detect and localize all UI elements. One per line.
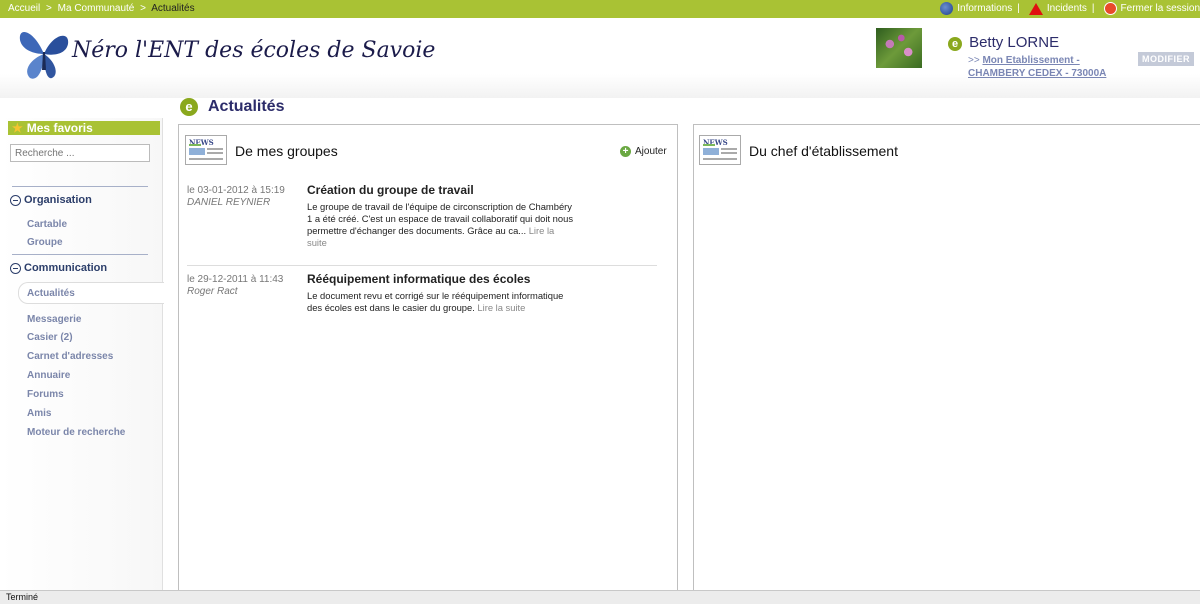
etablissement-location-link[interactable]: CHAMBERY CEDEX - 73000A xyxy=(968,68,1106,79)
ent-badge-icon: e xyxy=(948,37,962,51)
news-divider xyxy=(187,265,657,266)
section-title: Communication xyxy=(24,262,108,274)
user-prefix: >> xyxy=(968,55,980,66)
sidebar-item-casier[interactable]: Casier (2) xyxy=(27,332,73,343)
plus-icon: + xyxy=(620,146,631,157)
butterfly-logo-icon[interactable] xyxy=(16,24,72,84)
link-separator: | xyxy=(1017,3,1020,14)
sidebar-item-forums[interactable]: Forums xyxy=(27,389,64,400)
section-organisation[interactable]: Organisation xyxy=(10,194,92,206)
favorites-title: Mes favoris xyxy=(26,121,93,135)
incidents-link[interactable]: Incidents xyxy=(1028,2,1087,15)
add-label: Ajouter xyxy=(635,146,667,157)
collapse-icon xyxy=(10,194,21,206)
breadcrumb-separator: > xyxy=(46,3,52,14)
sidebar-item-annuaire[interactable]: Annuaire xyxy=(27,370,70,381)
news-body: Le groupe de travail de l'équipe de circ… xyxy=(307,201,575,249)
sidebar-item-label: Actualités xyxy=(27,288,75,299)
user-etablissement: >> Mon Etablissement - CHAMBERY CEDEX - … xyxy=(968,54,1106,80)
incidents-label: Incidents xyxy=(1046,3,1087,14)
news-body: Le document revu et corrigé sur le rééqu… xyxy=(307,290,575,314)
logout-link[interactable]: Fermer la session xyxy=(1103,2,1200,15)
sidebar-item-messagerie[interactable]: Messagerie xyxy=(27,314,81,325)
groups-news-panel: NEWS De mes groupes + Ajouter le 03-01-20… xyxy=(178,124,678,594)
warning-icon xyxy=(1028,2,1043,15)
newspaper-icon: NEWS xyxy=(185,135,227,165)
news-author[interactable]: DANIEL REYNIER xyxy=(187,197,270,208)
sidebar-item-cartable[interactable]: Cartable xyxy=(27,219,67,230)
page-title-text: Actualités xyxy=(208,98,285,115)
top-links: Informations | Incidents | Fermer la ses… xyxy=(936,2,1200,15)
breadcrumb-community[interactable]: Ma Communauté xyxy=(58,3,135,14)
user-info: e Betty LORNE xyxy=(948,34,1059,51)
star-icon: ★ xyxy=(12,121,23,135)
link-separator: | xyxy=(1091,3,1095,14)
ent-badge-icon: e xyxy=(180,98,198,116)
news-date: le 03-01-2012 à 15:19 xyxy=(187,185,285,196)
informations-label: Informations xyxy=(957,3,1013,14)
search-input[interactable] xyxy=(10,144,150,162)
sidebar-item-groupe[interactable]: Groupe xyxy=(27,237,63,248)
newspaper-icon: NEWS xyxy=(699,135,741,165)
read-more-link[interactable]: Lire la suite xyxy=(477,302,525,313)
header: Néro l'ENT des écoles de Savoie e Betty … xyxy=(0,18,1200,98)
brand-title: Néro l'ENT des écoles de Savoie xyxy=(72,38,436,63)
section-divider xyxy=(12,186,148,187)
sidebar: ★Mes favoris Organisation Cartable Group… xyxy=(0,118,164,590)
breadcrumb-current: Actualités xyxy=(151,3,195,14)
section-communication[interactable]: Communication xyxy=(10,262,107,274)
news-author[interactable]: Roger Ract xyxy=(187,286,238,297)
panel-title: De mes groupes xyxy=(235,143,338,159)
avatar[interactable] xyxy=(876,28,922,68)
top-bar: Accueil > Ma Communauté > Actualités Inf… xyxy=(0,0,1200,18)
informations-link[interactable]: Informations xyxy=(940,2,1012,15)
news-title[interactable]: Création du groupe de travail xyxy=(307,183,474,197)
principal-news-panel: NEWS Du chef d'établissement xyxy=(693,124,1200,594)
section-divider xyxy=(12,254,148,255)
breadcrumb: Accueil > Ma Communauté > Actualités xyxy=(8,3,195,14)
status-text: Terminé xyxy=(6,592,39,602)
favorites-header[interactable]: ★ Mes favoris xyxy=(8,121,160,135)
logout-label: Fermer la session xyxy=(1120,3,1200,14)
sidebar-item-moteur-recherche[interactable]: Moteur de recherche xyxy=(27,427,125,438)
panel-title: Du chef d'établissement xyxy=(749,143,898,159)
user-name: Betty LORNE xyxy=(969,34,1060,51)
modify-button[interactable]: MODIFIER xyxy=(1138,52,1194,66)
sidebar-item-actualites[interactable]: Actualités xyxy=(18,282,164,304)
collapse-icon xyxy=(10,262,21,274)
sidebar-item-amis[interactable]: Amis xyxy=(27,408,51,419)
page-title: e Actualités xyxy=(180,98,284,116)
section-title: Organisation xyxy=(24,194,92,206)
news-date: le 29-12-2011 à 11:43 xyxy=(187,274,284,285)
browser-status-bar: Terminé xyxy=(0,590,1200,604)
news-title[interactable]: Rééquipement informatique des écoles xyxy=(307,272,530,286)
etablissement-link[interactable]: Mon Etablissement - xyxy=(982,55,1079,66)
sidebar-item-carnet-adresses[interactable]: Carnet d'adresses xyxy=(27,351,113,362)
breadcrumb-home[interactable]: Accueil xyxy=(8,3,40,14)
add-news-button[interactable]: + Ajouter xyxy=(620,146,667,157)
close-session-icon xyxy=(1103,2,1117,15)
breadcrumb-separator: > xyxy=(140,3,146,14)
info-icon xyxy=(940,2,954,15)
